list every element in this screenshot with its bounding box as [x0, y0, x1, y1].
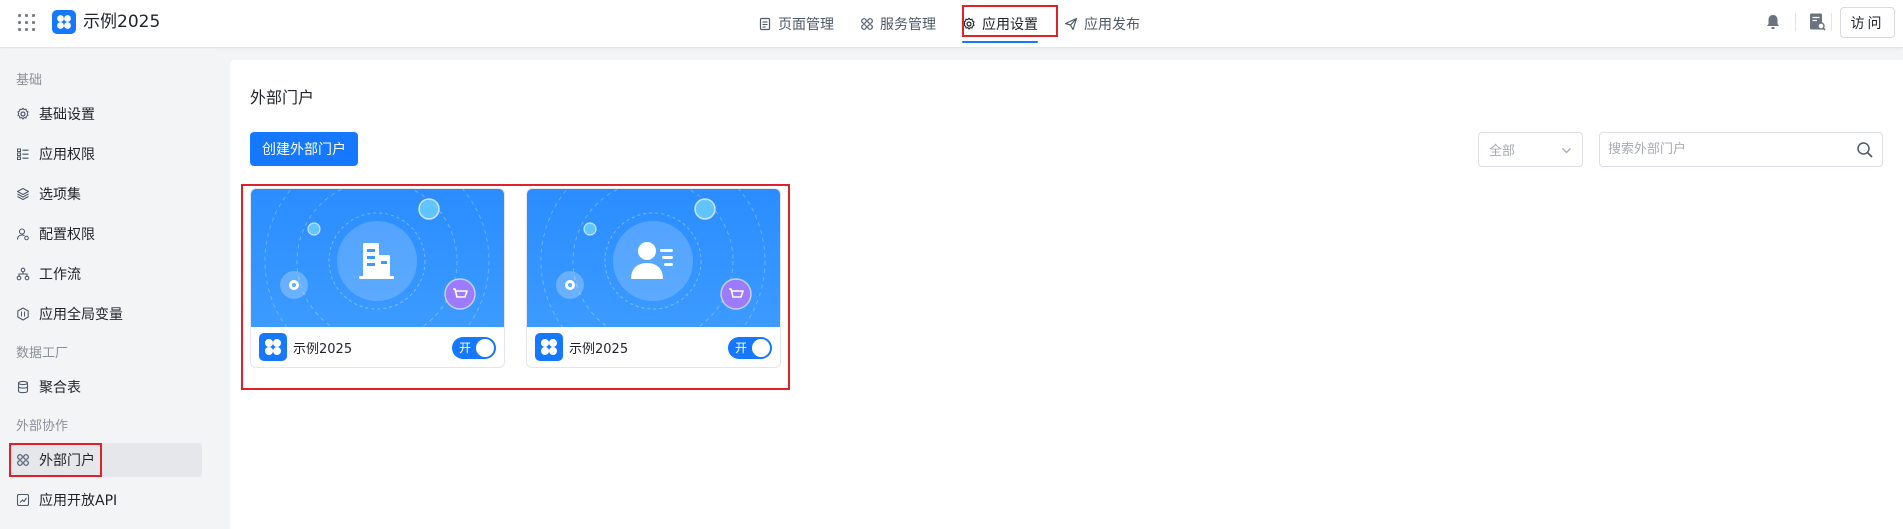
- sidebar-item-label: 选项集: [39, 187, 81, 203]
- bell-icon[interactable]: [1764, 13, 1782, 31]
- tab-page-management[interactable]: 页面管理: [745, 0, 847, 48]
- send-icon: [1064, 17, 1078, 31]
- sidebar-item-label: 应用权限: [39, 147, 95, 163]
- main-content: 外部门户 创建外部门户 全部 搜索外部门户 示例2025 开 示例2025 开: [230, 60, 1903, 529]
- sidebar-item-open-api[interactable]: 应用开放API: [10, 483, 202, 517]
- portal-card[interactable]: 示例2025 开: [250, 188, 505, 368]
- app-logo: [52, 10, 76, 34]
- filter-select[interactable]: 全部: [1478, 132, 1583, 167]
- sidebar-item-label: 基础设置: [39, 107, 95, 123]
- app-grid-icon[interactable]: [18, 14, 35, 31]
- sidebar-group-title: 数据工厂: [16, 346, 69, 361]
- sidebar-group-title: 基础: [16, 73, 43, 88]
- tab-label: 应用发布: [1084, 17, 1140, 33]
- toggle-knob: [752, 339, 770, 357]
- list-icon: [17, 148, 29, 160]
- sidebar-item-label: 应用开放API: [39, 493, 118, 509]
- sidebar-item-label: 工作流: [39, 267, 81, 283]
- highlight-box: [962, 5, 1058, 37]
- portal-footer: 示例2025 开: [251, 327, 504, 367]
- divider: [1831, 13, 1832, 31]
- user-gear-icon: [16, 228, 29, 241]
- highlight-box: [9, 443, 102, 477]
- search-icon[interactable]: [1856, 141, 1874, 159]
- tab-label: 页面管理: [778, 17, 834, 33]
- chevron-down-icon: [1562, 148, 1571, 154]
- tab-label: 服务管理: [880, 17, 936, 33]
- portal-card[interactable]: 示例2025 开: [526, 188, 781, 368]
- api-icon: [16, 493, 30, 507]
- sidebar-item-global-variables[interactable]: 应用全局变量: [10, 297, 202, 331]
- hexagon-icon: [17, 307, 29, 321]
- search-input[interactable]: [1600, 133, 1830, 166]
- divider: [1795, 13, 1796, 31]
- document-search-icon[interactable]: [1808, 12, 1826, 32]
- tab-service-management[interactable]: 服务管理: [847, 0, 949, 48]
- filter-value: 全部: [1489, 144, 1516, 159]
- portal-toggle[interactable]: 开: [728, 337, 772, 359]
- portal-logo: [259, 333, 287, 361]
- sidebar-item-label: 应用全局变量: [39, 307, 123, 323]
- create-portal-button[interactable]: 创建外部门户: [250, 132, 358, 166]
- sidebar-item-config-permissions[interactable]: 配置权限: [10, 217, 202, 251]
- gear-icon: [17, 107, 29, 120]
- sidebar-item-label: 配置权限: [39, 227, 95, 243]
- toggle-label: 开: [459, 341, 472, 355]
- visit-button[interactable]: 访问: [1840, 7, 1895, 38]
- apps-icon: [861, 18, 873, 30]
- portal-logo: [535, 333, 563, 361]
- layers-icon: [16, 187, 30, 201]
- portal-footer: 示例2025 开: [527, 327, 780, 367]
- tab-app-publish[interactable]: 应用发布: [1051, 0, 1153, 48]
- sidebar-item-option-sets[interactable]: 选项集: [10, 177, 202, 211]
- workflow-icon: [16, 267, 30, 281]
- document-icon: [759, 17, 771, 31]
- sidebar-item-basic-settings[interactable]: 基础设置: [10, 97, 202, 131]
- sidebar-item-app-permissions[interactable]: 应用权限: [10, 137, 202, 171]
- cover-illustration: [264, 189, 490, 327]
- portal-name: 示例2025: [569, 342, 629, 357]
- database-icon: [17, 380, 29, 394]
- top-bar: 示例2025 页面管理 服务管理 应用设置 应用发布 访问: [0, 0, 1903, 48]
- search-box: [1599, 132, 1883, 167]
- portal-name: 示例2025: [293, 342, 353, 357]
- portal-toggle[interactable]: 开: [452, 337, 496, 359]
- sidebar-item-label: 聚合表: [39, 380, 81, 396]
- sidebar-item-workflow[interactable]: 工作流: [10, 257, 202, 291]
- portal-cover: [251, 189, 504, 327]
- app-name: 示例2025: [83, 12, 161, 32]
- page-title: 外部门户: [250, 88, 315, 107]
- cover-illustration: [540, 189, 766, 327]
- toggle-label: 开: [735, 341, 748, 355]
- portal-cover: [527, 189, 780, 327]
- sidebar-group-title: 外部协作: [16, 419, 69, 434]
- sidebar-item-aggregate-table[interactable]: 聚合表: [10, 370, 202, 404]
- toggle-knob: [476, 339, 494, 357]
- main-nav: 页面管理 服务管理 应用设置 应用发布: [745, 0, 1153, 48]
